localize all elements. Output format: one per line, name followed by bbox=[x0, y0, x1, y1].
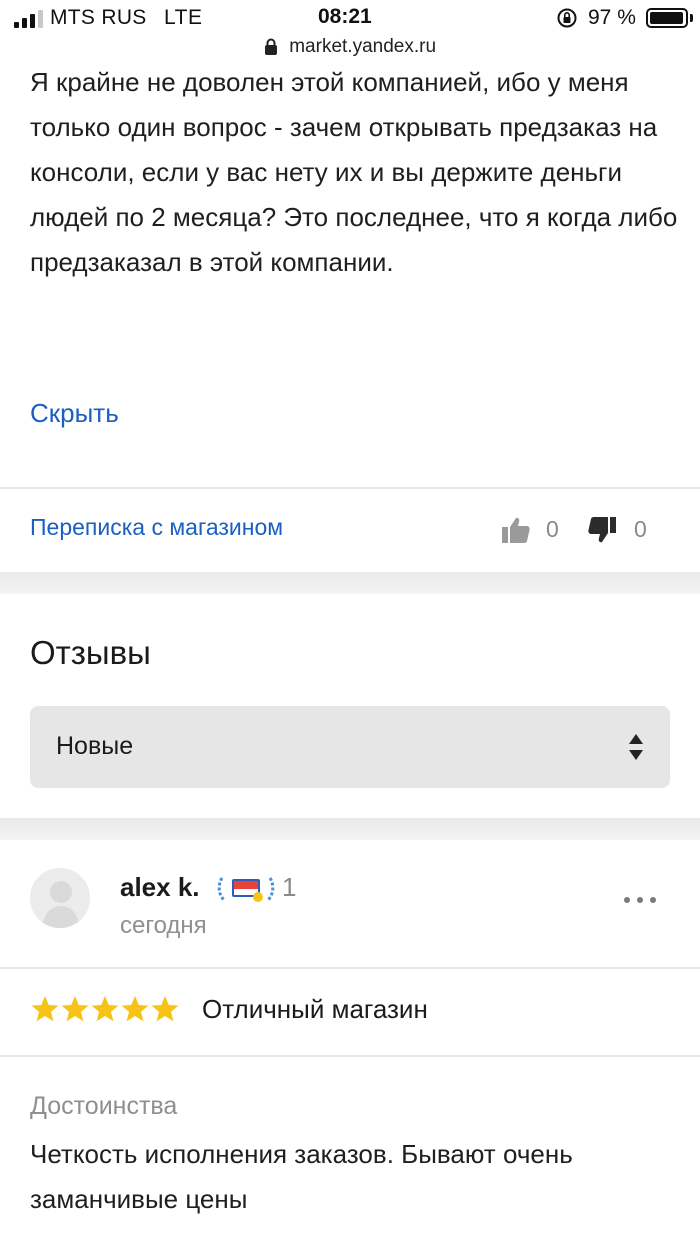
rating-stars bbox=[30, 994, 180, 1024]
battery-tip bbox=[690, 14, 693, 22]
like-count: 0 bbox=[546, 516, 559, 542]
carrier-name: MTS RUS bbox=[50, 6, 147, 29]
network-type: LTE bbox=[164, 6, 203, 29]
section-separator bbox=[0, 818, 700, 840]
rotation-lock-icon bbox=[557, 8, 577, 28]
reviewer-badge-icon bbox=[217, 877, 275, 902]
avatar[interactable] bbox=[30, 868, 90, 928]
divider bbox=[0, 1055, 700, 1057]
reviews-heading: Отзывы bbox=[30, 634, 151, 671]
star-icon bbox=[61, 996, 89, 1022]
review-body-text: Я крайне не доволен этой компанией, ибо … bbox=[30, 67, 678, 277]
star-icon bbox=[91, 996, 119, 1022]
thumbs-down-icon[interactable] bbox=[586, 514, 618, 546]
hide-review-link[interactable]: Скрыть bbox=[30, 398, 119, 429]
badge-count: 1 bbox=[282, 872, 297, 902]
page-url: market.yandex.ru bbox=[289, 36, 437, 57]
thumbs-up-icon[interactable] bbox=[500, 514, 532, 546]
divider bbox=[0, 967, 700, 969]
sort-selected-value: Новые bbox=[56, 732, 134, 760]
shop-correspondence-link[interactable]: Переписка с магазином bbox=[30, 514, 283, 541]
section-separator bbox=[0, 572, 700, 594]
user-placeholder-icon bbox=[30, 868, 90, 928]
review-title: Отличный магазин bbox=[202, 994, 428, 1024]
status-time: 08:21 bbox=[318, 5, 372, 28]
battery-level bbox=[650, 12, 683, 24]
battery-icon bbox=[646, 8, 688, 28]
review-author[interactable]: alex k. bbox=[120, 872, 200, 903]
star-icon bbox=[31, 996, 59, 1022]
pros-label: Достоинства bbox=[30, 1092, 178, 1120]
status-bar: MTS RUS LTE 08:21 97 % bbox=[0, 0, 700, 36]
review-date: сегодня bbox=[120, 912, 207, 939]
pros-text: Четкость исполнения заказов. Бывают очен… bbox=[30, 1139, 573, 1214]
sort-select[interactable]: Новые bbox=[30, 706, 670, 788]
battery-percent: 97 % bbox=[588, 6, 636, 29]
more-dots-icon[interactable] bbox=[622, 895, 658, 905]
divider bbox=[0, 487, 700, 489]
lock-icon bbox=[264, 38, 277, 55]
star-icon bbox=[121, 996, 149, 1022]
signal-strength-icon bbox=[14, 8, 43, 28]
sort-arrows-icon bbox=[629, 734, 643, 760]
star-icon bbox=[151, 996, 179, 1022]
dislike-count: 0 bbox=[634, 516, 647, 542]
